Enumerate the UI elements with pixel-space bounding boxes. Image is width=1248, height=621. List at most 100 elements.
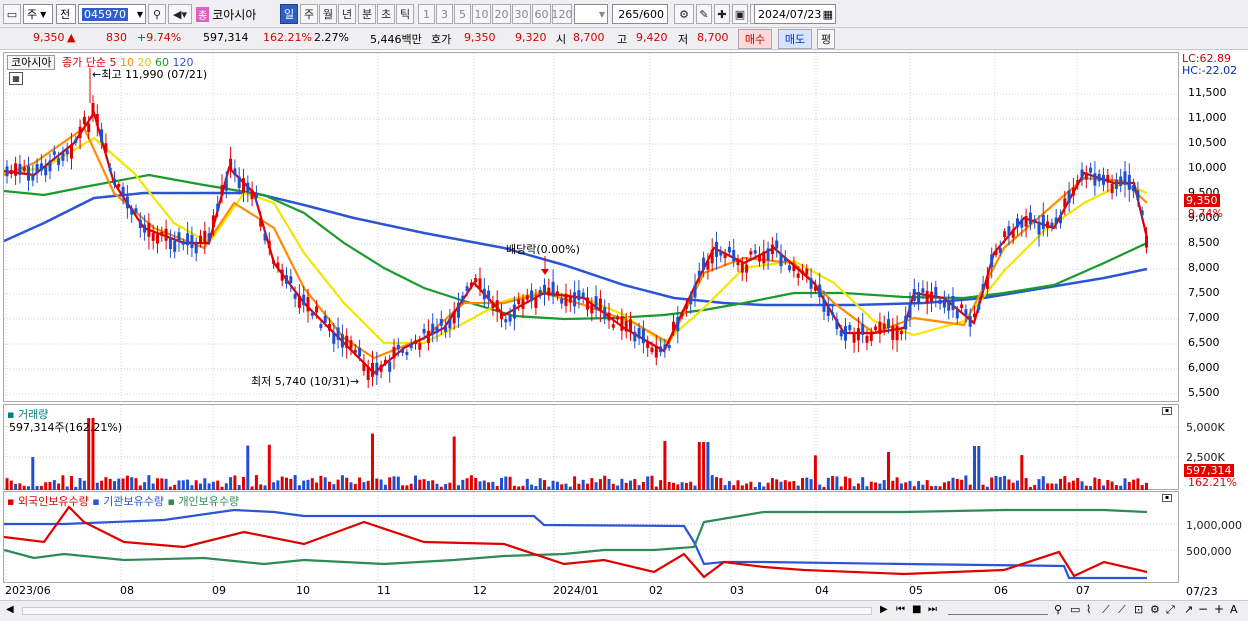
trend-line-icon[interactable]: ⟋ (1102, 603, 1110, 617)
volume-bar (1011, 482, 1015, 490)
date-input[interactable]: 2024/07/23 ▦ (754, 4, 836, 24)
maximize-icon[interactable]: ▪ (1162, 407, 1172, 415)
low-value: 8,700 (697, 31, 729, 44)
zoom-in-icon[interactable]: + (1214, 602, 1224, 616)
period-week-button[interactable]: 주 (300, 4, 318, 24)
stock-name-field[interactable]: 종 코아시아 (196, 5, 276, 23)
sell-button[interactable]: 매도 (778, 29, 812, 49)
last-page-icon[interactable]: ⏭ (928, 604, 937, 615)
scroll-left-icon[interactable]: ◀ (6, 604, 14, 615)
chart-type-icon[interactable]: ▭ (1070, 603, 1080, 616)
candle-body (650, 347, 654, 353)
volume-bar (190, 485, 194, 490)
candle-body (1145, 236, 1148, 248)
settings-icon[interactable]: ⚙ (1150, 603, 1160, 616)
candle-body (229, 158, 233, 171)
search-icon[interactable]: ⚲ (148, 4, 166, 24)
period-minute-button[interactable]: 분 (358, 4, 376, 24)
volume-bar (220, 486, 224, 490)
candle-body (1059, 215, 1062, 224)
interval-20-button[interactable]: 20 (492, 4, 511, 24)
speaker-icon[interactable]: ◀▾ (168, 4, 192, 24)
stock-code-input[interactable]: 045970 ▼ (78, 4, 146, 24)
volume-chart-pane[interactable]: ▪ 거래량 597,314주(162.21%) ▪ (3, 404, 1180, 491)
period-year-button[interactable]: 년 (338, 4, 356, 24)
volume-bar (18, 483, 22, 490)
price-chart-canvas[interactable] (4, 53, 1180, 403)
interval-30-button[interactable]: 30 (512, 4, 531, 24)
scroll-right-icon[interactable]: ▶ (880, 604, 888, 615)
interval-60-button[interactable]: 60 (532, 4, 551, 24)
low-note: 최저 5,740 (10/31) (251, 375, 351, 388)
volume-bar (654, 486, 658, 490)
arrow-tool-icon[interactable]: ↗ (1184, 603, 1193, 616)
view-select[interactable]: 전 (56, 4, 76, 24)
holding-chart-pane[interactable]: ▪ 외국인보유수량 ▪ 기관보유수량 ▪ 개인보유수량 ▪ (3, 491, 1180, 584)
period-tick-button[interactable]: 틱 (396, 4, 414, 24)
maximize-icon[interactable]: ▪ (1162, 494, 1172, 502)
stop-icon[interactable]: ■ (912, 604, 921, 615)
market-select[interactable]: 주 ▼ (23, 4, 53, 24)
candle-body (465, 286, 469, 292)
candle-body (641, 328, 645, 344)
draw-tool-icon[interactable]: ✎ (696, 4, 712, 24)
avg-button[interactable]: 평 (817, 29, 835, 49)
interval-5-button[interactable]: 5 (454, 4, 471, 24)
current-volume-pct-tag: 162.21% (1188, 476, 1237, 489)
volume-bar (908, 480, 912, 490)
period-month-button[interactable]: 월 (319, 4, 337, 24)
volume-bar (495, 486, 499, 490)
x-axis-label: 11 (377, 584, 391, 597)
volume-chart-canvas[interactable] (4, 405, 1180, 491)
lock-icon[interactable]: ⊡ (1134, 603, 1143, 616)
candle-body (659, 346, 663, 353)
candle-body (336, 327, 340, 340)
volume-bar (414, 475, 417, 490)
interval-120-button[interactable]: 120 (552, 4, 573, 24)
count-input[interactable]: 265/600 (612, 4, 668, 24)
interval-3-button[interactable]: 3 (436, 4, 453, 24)
interval-10-button[interactable]: 10 (472, 4, 491, 24)
volume-bar (229, 477, 233, 490)
period-second-button[interactable]: 초 (377, 4, 395, 24)
font-size-icon[interactable]: A (1230, 603, 1238, 616)
candle-body (74, 139, 78, 143)
crosshair-icon[interactable]: ✚ (714, 4, 730, 24)
candle-body (100, 129, 104, 143)
indicator-icon[interactable]: ⌇ (1086, 603, 1091, 616)
candle-body (130, 208, 134, 215)
table-icon[interactable]: ▦ (9, 72, 23, 85)
candle-body (917, 291, 921, 304)
institution-legend: ▪ 기관보유수량 (92, 495, 164, 508)
candle-body (168, 237, 172, 250)
period-day-button[interactable]: 일 (280, 4, 298, 24)
candle-body (491, 302, 495, 308)
holding-tick-1000000: 1,000,000 (1186, 519, 1242, 532)
interval-custom-select[interactable]: ▼ (574, 4, 608, 24)
grid-settings-icon[interactable]: ⚙ (674, 4, 694, 24)
candle-body (818, 284, 822, 298)
interval-1-button[interactable]: 1 (418, 4, 435, 24)
zoom-icon[interactable]: ⚲ (1054, 603, 1062, 616)
volume-tick-2500k: 2,500K (1186, 451, 1225, 464)
fib-icon[interactable]: ⟋ (1118, 603, 1126, 617)
candle-body (672, 321, 675, 331)
scroll-track[interactable] (22, 607, 872, 615)
scroll-bar[interactable]: ◀ ▶ ⏮ ■ ⏭ ⚲ ▭ ⌇ ⟋ ⟋ ⊡ ⚙ ⤢ ↗ − + A (0, 600, 1248, 621)
candle-body (1114, 179, 1118, 189)
candle-body (783, 257, 787, 262)
volume-bar (1097, 478, 1101, 490)
window-icon[interactable]: ▭ (3, 4, 21, 24)
restore-icon[interactable]: ⤢ (1166, 603, 1175, 617)
save-icon[interactable]: ▣ (732, 4, 748, 24)
zoom-out-icon[interactable]: − (1198, 602, 1208, 616)
candle-body (805, 268, 809, 275)
volume-bar (525, 478, 529, 490)
buy-button[interactable]: 매수 (738, 29, 772, 49)
price-chart-pane[interactable]: 코아시아 종가 단순 5 10 20 60 120 ▦ ←최고 11,990 (… (3, 52, 1237, 403)
candle-body (736, 259, 740, 266)
zoom-slider[interactable] (948, 607, 1048, 615)
calendar-icon[interactable]: ▦ (823, 8, 833, 21)
first-page-icon[interactable]: ⏮ (896, 604, 905, 615)
chevron-down-icon[interactable]: ▼ (137, 10, 143, 19)
